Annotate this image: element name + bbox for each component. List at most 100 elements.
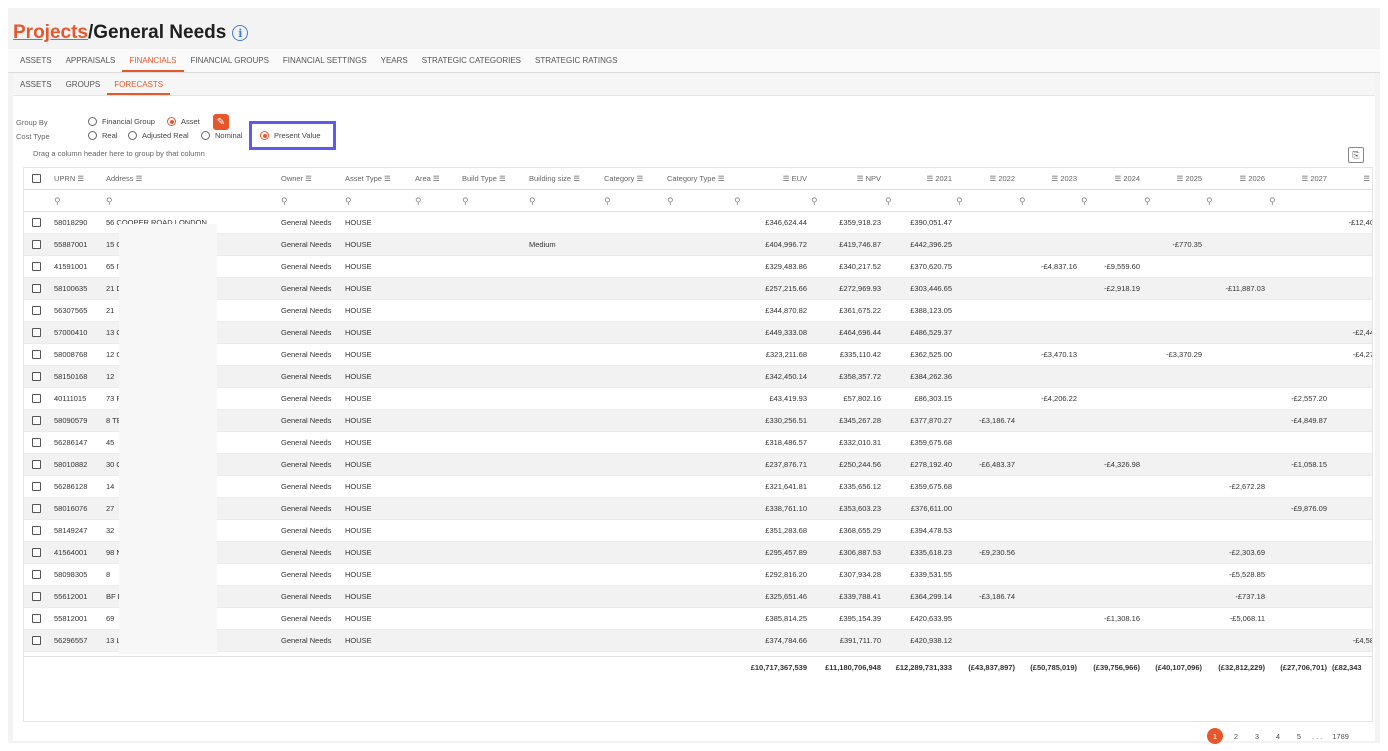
row-checkbox[interactable] — [32, 372, 41, 381]
page-4[interactable]: 4 — [1270, 728, 1286, 744]
filter-icon[interactable]: ☰ — [75, 174, 84, 183]
row-checkbox[interactable] — [32, 350, 41, 359]
row-checkbox[interactable] — [32, 438, 41, 447]
radio-asset[interactable]: Asset — [167, 117, 200, 126]
filter-icon[interactable]: ☰ — [927, 174, 936, 183]
column-header-2022[interactable]: ☰ 2022 — [956, 168, 1016, 190]
column-header-address[interactable]: Address ☰ — [106, 168, 276, 190]
subtab-forecasts[interactable]: FORECASTS — [107, 74, 171, 95]
table-row[interactable]: 56296557 13 LE General Needs HOUSE £374,784.… — [24, 630, 1372, 652]
filter-icon[interactable]: ☰ — [1115, 174, 1124, 183]
tab-financials[interactable]: FINANCIALS — [122, 49, 184, 72]
table-row[interactable]: 5801088230 OLTGeneral NeedsHOUSE£237,876… — [24, 454, 1372, 476]
radio-financial-group[interactable]: Financial Group — [88, 117, 155, 126]
column-header-2024[interactable]: ☰ 2024 — [1081, 168, 1141, 190]
radio-nominal[interactable]: Nominal — [201, 131, 251, 140]
export-icon[interactable]: ⎘ — [1348, 147, 1364, 163]
breadcrumb-projects-link[interactable]: Projects — [13, 22, 88, 44]
column-header-2025[interactable]: ☰ 2025 — [1144, 168, 1203, 190]
column-header-euv[interactable]: ☰ EUV — [734, 168, 807, 190]
table-row[interactable]: 56286128 14 General Needs HOUSE £321,641.81 £… — [24, 476, 1372, 498]
column-header-2023[interactable]: ☰ 2023 — [1019, 168, 1078, 190]
page-1[interactable]: 1 — [1207, 728, 1223, 744]
row-checkbox[interactable] — [32, 504, 41, 513]
tab-strategic-categories[interactable]: STRATEGIC CATEGORIES — [415, 49, 528, 72]
table-row[interactable]: 55612001BF ESCENT HAYESGeneral NeedsHOUS… — [24, 586, 1372, 608]
column-header-2021[interactable]: ☰ 2021 — [885, 168, 953, 190]
search-icon[interactable]: ⚲ — [54, 190, 68, 212]
table-row[interactable]: 55812001 69 General Needs HOUSE £385,814.25 £… — [24, 608, 1372, 630]
filter-icon[interactable]: ☰ — [783, 174, 792, 183]
table-row[interactable]: 41564001 98 N General Needs HOUSE £295,457.8… — [24, 542, 1372, 564]
filter-icon[interactable]: ☰ — [134, 174, 143, 183]
row-checkbox[interactable] — [32, 592, 41, 601]
filter-icon[interactable]: ☰ — [1302, 174, 1311, 183]
column-header-npv[interactable]: ☰ NPV — [811, 168, 881, 190]
table-row[interactable]: 58008768 12 ON General Needs HOUSE £323,211.… — [24, 344, 1372, 366]
column-header-category[interactable]: Category ☰ — [604, 168, 662, 190]
row-checkbox[interactable] — [32, 636, 41, 645]
table-row[interactable]: 56307565 21 General Needs HOUSE £344,870.82 £… — [24, 300, 1372, 322]
search-icon[interactable]: ⚲ — [1269, 190, 1283, 212]
search-icon[interactable]: ⚲ — [529, 190, 543, 212]
column-header-owner[interactable]: Owner ☰ — [281, 168, 341, 190]
table-row[interactable]: 5700041013 OMFORDGeneral NeedsHOUSE£449,… — [24, 322, 1372, 344]
tab-financial-settings[interactable]: FINANCIAL SETTINGS — [276, 49, 374, 72]
tab-appraisals[interactable]: APPRAISALS — [59, 49, 123, 72]
page-last[interactable]: 1789 — [1332, 728, 1349, 744]
info-icon[interactable]: i — [232, 25, 249, 41]
table-row[interactable]: 4159100165 IWOODGeneral NeedsHOUSE£329,4… — [24, 256, 1372, 278]
row-checkbox[interactable] — [32, 306, 41, 315]
filter-icon[interactable]: ☰ — [1330, 168, 1370, 190]
row-checkbox[interactable] — [32, 614, 41, 623]
table-row[interactable]: 58100635 21 D General Needs HOUSE £257,215.6… — [24, 278, 1372, 300]
subtab-groups[interactable]: GROUPS — [59, 74, 108, 95]
select-all-checkbox[interactable] — [32, 174, 41, 183]
tab-years[interactable]: YEARS — [374, 49, 415, 72]
search-icon[interactable]: ⚲ — [604, 190, 618, 212]
group-panel-hint[interactable]: Drag a column header here to group by th… — [33, 149, 205, 158]
filter-icon[interactable]: ☰ — [431, 174, 440, 183]
page-3[interactable]: 3 — [1249, 728, 1265, 744]
table-row[interactable]: 580905798 TEADGeneral NeedsHOUSE£330,256… — [24, 410, 1372, 432]
search-icon[interactable]: ⚲ — [667, 190, 681, 212]
filter-icon[interactable]: ☰ — [1240, 174, 1249, 183]
search-icon[interactable]: ⚲ — [811, 190, 825, 212]
radio-adjusted-real[interactable]: Adjusted Real — [128, 131, 189, 140]
filter-icon[interactable]: ☰ — [497, 174, 506, 183]
column-header-2026[interactable]: ☰ 2026 — [1206, 168, 1266, 190]
row-checkbox[interactable] — [32, 328, 41, 337]
filter-icon[interactable]: ☰ — [634, 174, 644, 183]
search-icon[interactable]: ⚲ — [956, 190, 970, 212]
filter-icon[interactable]: ☰ — [857, 174, 866, 183]
table-row[interactable]: 4011101573 ROADGeneral NeedsHOUSE£43,419… — [24, 388, 1372, 410]
tab-strategic-ratings[interactable]: STRATEGIC RATINGS — [528, 49, 624, 72]
pencil-icon[interactable]: ✎ — [213, 114, 229, 130]
table-row[interactable]: 58018290 56 COOPER ROAD LONDON General Nee… — [24, 212, 1372, 234]
filter-icon[interactable]: ☰ — [1052, 174, 1061, 183]
filter-icon[interactable]: ☰ — [716, 174, 725, 183]
subtab-assets[interactable]: ASSETS — [13, 74, 59, 95]
filter-icon[interactable]: ☰ — [571, 174, 580, 183]
column-header-asset-type[interactable]: Asset Type ☰ — [345, 168, 410, 190]
tab-financial-groups[interactable]: FINANCIAL GROUPS — [184, 49, 276, 72]
search-icon[interactable]: ⚲ — [462, 190, 476, 212]
column-header-area[interactable]: Area ☰ — [415, 168, 457, 190]
column-header-uprn[interactable]: UPRN ☰ — [54, 168, 94, 190]
search-icon[interactable]: ⚲ — [415, 190, 429, 212]
row-checkbox[interactable] — [32, 218, 41, 227]
table-row[interactable]: 58149247 32 General Needs HOUSE £351,283.68 £… — [24, 520, 1372, 542]
row-checkbox[interactable] — [32, 482, 41, 491]
search-icon[interactable]: ⚲ — [1081, 190, 1095, 212]
table-row[interactable]: 56286147 45 General Needs HOUSE £318,486.57 £… — [24, 432, 1372, 454]
page-2[interactable]: 2 — [1228, 728, 1244, 744]
filter-icon[interactable]: ☰ — [1177, 174, 1186, 183]
search-icon[interactable]: ⚲ — [345, 190, 359, 212]
row-checkbox[interactable] — [32, 262, 41, 271]
column-header-build-type[interactable]: Build Type ☰ — [462, 168, 524, 190]
filter-icon[interactable]: ☰ — [382, 174, 391, 183]
column-header-building-size[interactable]: Building size ☰ — [529, 168, 599, 190]
search-icon[interactable]: ⚲ — [1206, 190, 1220, 212]
tab-assets[interactable]: ASSETS — [13, 49, 59, 72]
table-row[interactable]: 55887001 15 ON General Needs HOUSE Medium £40… — [24, 234, 1372, 256]
